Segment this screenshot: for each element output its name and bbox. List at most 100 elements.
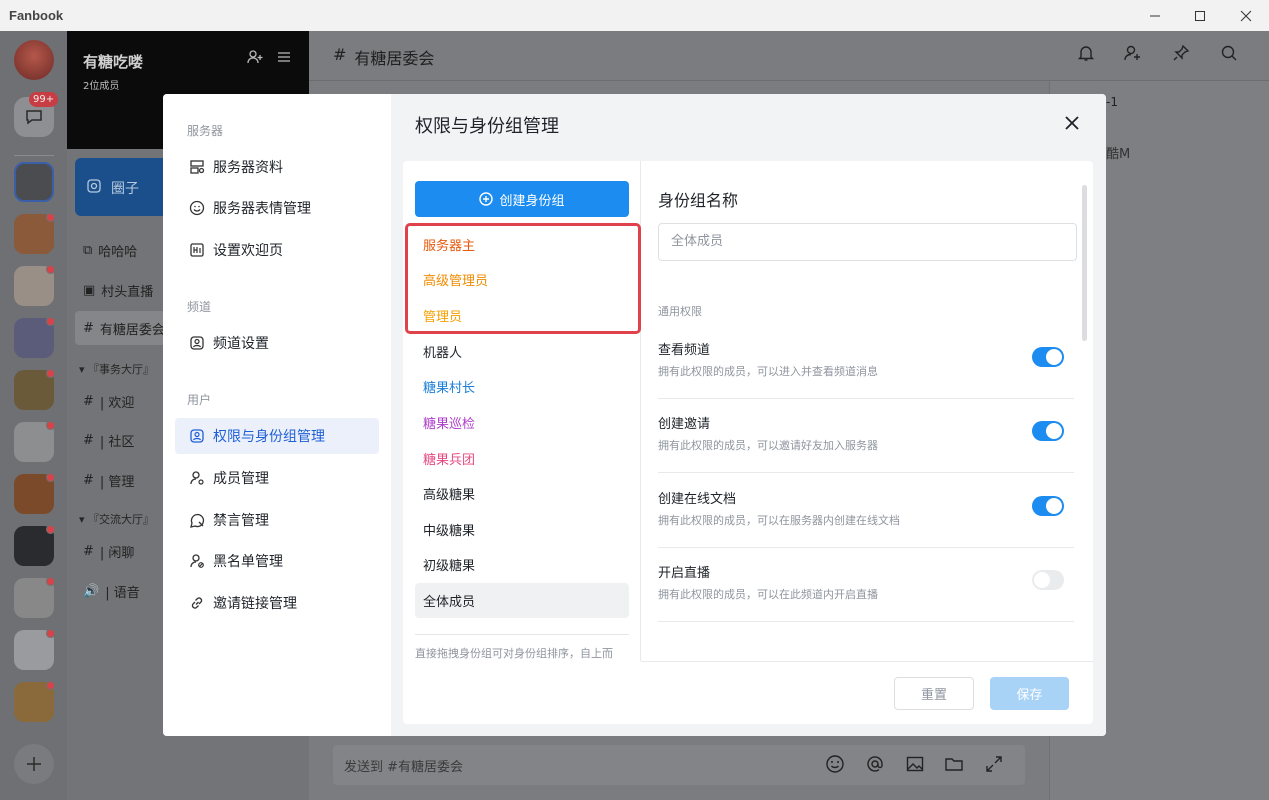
modal-footer: 重置 保存 xyxy=(641,661,1093,724)
divider xyxy=(415,634,629,635)
nav-server-profile[interactable]: 服务器资料 xyxy=(175,149,379,185)
nav-member-management[interactable]: 成员管理 xyxy=(175,460,379,496)
add-member-icon[interactable] xyxy=(1124,44,1142,66)
image-icon[interactable] xyxy=(905,754,925,778)
nav-blacklist-management[interactable]: 黑名单管理 xyxy=(175,543,379,579)
close-window-button[interactable] xyxy=(1223,0,1269,31)
permission-editor: 身份组名称 全体成员 通用权限 查看频道 拥有此权限的成员，可以进入并查看频道消… xyxy=(641,161,1093,661)
server-icon-active[interactable] xyxy=(14,162,54,202)
add-member-icon[interactable] xyxy=(247,49,263,69)
role-item[interactable]: 高级糖果 xyxy=(415,476,629,511)
role-name-input[interactable]: 全体成员 xyxy=(658,223,1077,261)
unread-dot xyxy=(46,317,55,326)
title-bar: Fanbook xyxy=(0,0,1269,31)
nav-label: 权限与身份组管理 xyxy=(213,429,325,445)
minimize-button[interactable] xyxy=(1132,0,1178,31)
user-avatar[interactable] xyxy=(14,40,54,80)
role-item[interactable]: 初级糖果 xyxy=(415,547,629,582)
member-panel-text: -1 xyxy=(1106,95,1118,109)
channel-item[interactable]: # | 管理 xyxy=(83,471,134,490)
unread-dot xyxy=(46,369,55,378)
mention-icon[interactable] xyxy=(865,754,885,778)
role-name-label: 身份组名称 xyxy=(658,191,739,210)
emoji-icon[interactable] xyxy=(825,754,845,778)
permission-toggle[interactable] xyxy=(1032,496,1064,516)
role-item[interactable]: 糖果兵团 xyxy=(415,441,629,476)
role-name: 机器人 xyxy=(423,346,463,361)
permission-name: 创建在线文档 xyxy=(658,492,737,507)
roles-content: 权限与身份组管理 创建身份组 服务器主 高级管理员 管理员 机器人 糖果村长 糖… xyxy=(391,94,1106,736)
category-header[interactable]: ▾ 『交流大厅』 xyxy=(79,511,154,527)
menu-icon[interactable] xyxy=(276,49,292,69)
nav-label: 黑名单管理 xyxy=(213,554,283,570)
nav-emoji-management[interactable]: 服务器表情管理 xyxy=(175,190,379,226)
modal-close-button[interactable] xyxy=(1059,110,1085,136)
permission-toggle[interactable] xyxy=(1032,570,1064,590)
message-composer[interactable]: 发送到 #有糖居委会 xyxy=(333,745,1025,785)
permission-toggle[interactable] xyxy=(1032,347,1064,367)
nav-mute-management[interactable]: 禁言管理 xyxy=(175,502,379,538)
role-name: 糖果村长 xyxy=(423,381,476,396)
role-item[interactable]: 中级糖果 xyxy=(415,512,629,547)
member-panel-text: 酷M xyxy=(1106,147,1131,162)
role-list: 创建身份组 服务器主 高级管理员 管理员 机器人 糖果村长 糖果巡检 糖果兵团 … xyxy=(403,161,641,661)
search-icon[interactable] xyxy=(1220,44,1238,66)
nav-channel-settings[interactable]: 频道设置 xyxy=(175,325,379,361)
channel-item[interactable]: ⧉ 哈哈哈 xyxy=(83,241,137,260)
permission-description: 拥有此权限的成员，可以邀请好友加入服务器 xyxy=(658,439,878,452)
nav-invite-links[interactable]: 邀请链接管理 xyxy=(175,585,379,621)
nav-category: 服务器 xyxy=(187,124,224,138)
hash-icon: # xyxy=(333,45,347,64)
create-role-label: 创建身份组 xyxy=(499,193,565,209)
save-button[interactable]: 保存 xyxy=(990,677,1069,710)
channel-item[interactable]: # | 闲聊 xyxy=(83,542,134,561)
nav-category: 频道 xyxy=(187,300,212,314)
pin-icon[interactable] xyxy=(1172,44,1190,66)
role-item[interactable]: 糖果村长 xyxy=(415,369,629,404)
folder-icon[interactable] xyxy=(944,754,964,778)
permission-name: 创建邀请 xyxy=(658,417,711,432)
role-item[interactable]: 糖果巡检 xyxy=(415,405,629,440)
channel-item[interactable]: # | 欢迎 xyxy=(83,392,134,411)
nav-label: 设置欢迎页 xyxy=(213,243,283,259)
role-name: 全体成员 xyxy=(423,595,476,610)
bell-icon[interactable] xyxy=(1077,44,1095,66)
permission-toggle[interactable] xyxy=(1032,421,1064,441)
permission-category: 通用权限 xyxy=(658,305,702,318)
role-name: 初级糖果 xyxy=(423,559,476,574)
welcome-page-icon xyxy=(188,242,205,259)
channel-name: | 欢迎 xyxy=(99,396,135,411)
plus-circle-icon xyxy=(479,192,494,206)
maximize-button[interactable] xyxy=(1177,0,1223,31)
channel-item[interactable]: # | 社区 xyxy=(83,431,134,450)
add-server-button[interactable] xyxy=(14,744,54,784)
roles-icon xyxy=(188,428,205,445)
member-icon xyxy=(188,470,205,487)
reset-button[interactable]: 重置 xyxy=(894,677,974,710)
category-header[interactable]: ▾ 『事务大厅』 xyxy=(79,361,154,377)
channel-name: | 语音 xyxy=(105,586,140,601)
role-item-selected[interactable]: 全体成员 xyxy=(415,583,629,618)
hash-icon: # xyxy=(83,394,94,409)
circle-icon xyxy=(87,179,101,193)
scrollbar[interactable] xyxy=(1082,185,1087,341)
create-role-button[interactable]: 创建身份组 xyxy=(415,181,629,217)
permission-row: 开启直播 拥有此权限的成员，可以在此频道内开启直播 xyxy=(658,548,1074,622)
channel-name: 村头直播 xyxy=(101,285,154,300)
nav-roles-permissions[interactable]: 权限与身份组管理 xyxy=(175,418,379,454)
roles-permissions-modal: 服务器 服务器资料 服务器表情管理 设置欢迎页 频道 频道设置 用户 权限与身份… xyxy=(163,94,1106,736)
channel-item[interactable]: ▣ 村头直播 xyxy=(83,281,153,300)
unread-dot xyxy=(46,421,55,430)
blacklist-icon xyxy=(188,553,205,570)
expand-icon[interactable] xyxy=(984,754,1004,778)
permission-name: 查看频道 xyxy=(658,343,711,358)
nav-welcome-page[interactable]: 设置欢迎页 xyxy=(175,232,379,268)
channel-name: 哈哈哈 xyxy=(98,245,138,260)
channel-name: | 闲聊 xyxy=(99,546,135,561)
channel-name: | 社区 xyxy=(99,435,135,450)
channel-item[interactable]: 🔊 | 语音 xyxy=(83,582,140,601)
role-sort-hint: 直接拖拽身份组可对身份组排序，自上而 xyxy=(415,647,613,659)
role-item[interactable]: 机器人 xyxy=(415,334,629,369)
category-name: 『事务大厅』 xyxy=(88,363,155,376)
unread-badge: 99+ xyxy=(29,92,59,107)
